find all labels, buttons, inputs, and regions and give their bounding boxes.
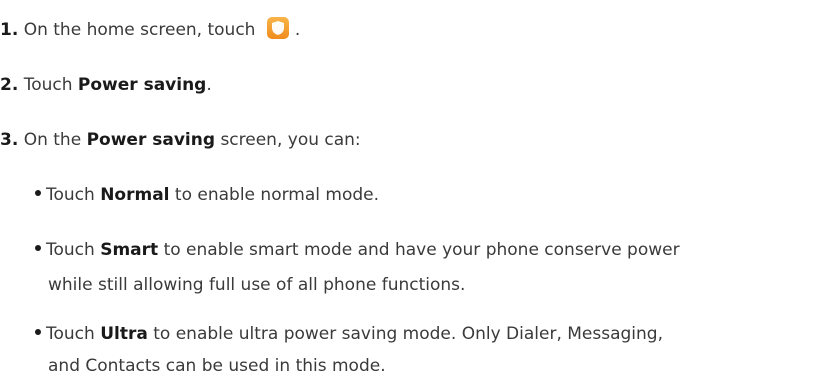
step-number: 1. bbox=[0, 20, 19, 40]
bullet-smart-continuation: while still allowing full use of all pho… bbox=[48, 275, 466, 295]
step-1: 1. On the home screen, touch . bbox=[0, 17, 301, 42]
bullet-normal: Touch Normal to enable normal mode. bbox=[35, 183, 379, 207]
power-saving-term: Power saving bbox=[86, 130, 216, 150]
bullet-text: Touch bbox=[46, 240, 95, 260]
bullet-icon bbox=[35, 190, 41, 196]
step-text-end: . bbox=[206, 75, 212, 95]
bullet-ultra: Touch Ultra to enable ultra power saving… bbox=[35, 322, 663, 346]
step-text-end: . bbox=[294, 20, 301, 40]
step-number: 3. bbox=[0, 130, 19, 150]
bullet-text: Touch bbox=[46, 324, 95, 344]
phone-manager-shield-icon bbox=[266, 17, 289, 39]
bullet-icon bbox=[35, 329, 41, 335]
power-saving-term: Power saving bbox=[77, 75, 207, 95]
bullet-text-end: to enable smart mode and have your phone… bbox=[163, 240, 680, 260]
smart-mode-term: Smart bbox=[100, 240, 159, 260]
bullet-ultra-continuation: and Contacts can be used in this mode. bbox=[48, 356, 386, 376]
step-text: On the bbox=[23, 130, 82, 150]
bullet-text: Touch bbox=[46, 185, 95, 205]
bullet-text-end: to enable ultra power saving mode. Only … bbox=[153, 324, 663, 344]
step-text: On the home screen, touch bbox=[23, 20, 256, 40]
bullet-text-end: to enable normal mode. bbox=[174, 185, 380, 205]
normal-mode-term: Normal bbox=[100, 185, 170, 205]
step-text-end: screen, you can: bbox=[220, 130, 361, 150]
step-number: 2. bbox=[0, 75, 19, 95]
step-2: 2. Touch Power saving. bbox=[0, 73, 212, 97]
ultra-mode-term: Ultra bbox=[100, 324, 148, 344]
bullet-icon bbox=[35, 245, 41, 251]
step-text: Touch bbox=[23, 75, 73, 95]
step-3: 3. On the Power saving screen, you can: bbox=[0, 128, 361, 152]
bullet-smart: Touch Smart to enable smart mode and hav… bbox=[35, 238, 680, 262]
instruction-document: 1. On the home screen, touch . 2. Touch … bbox=[0, 0, 819, 386]
